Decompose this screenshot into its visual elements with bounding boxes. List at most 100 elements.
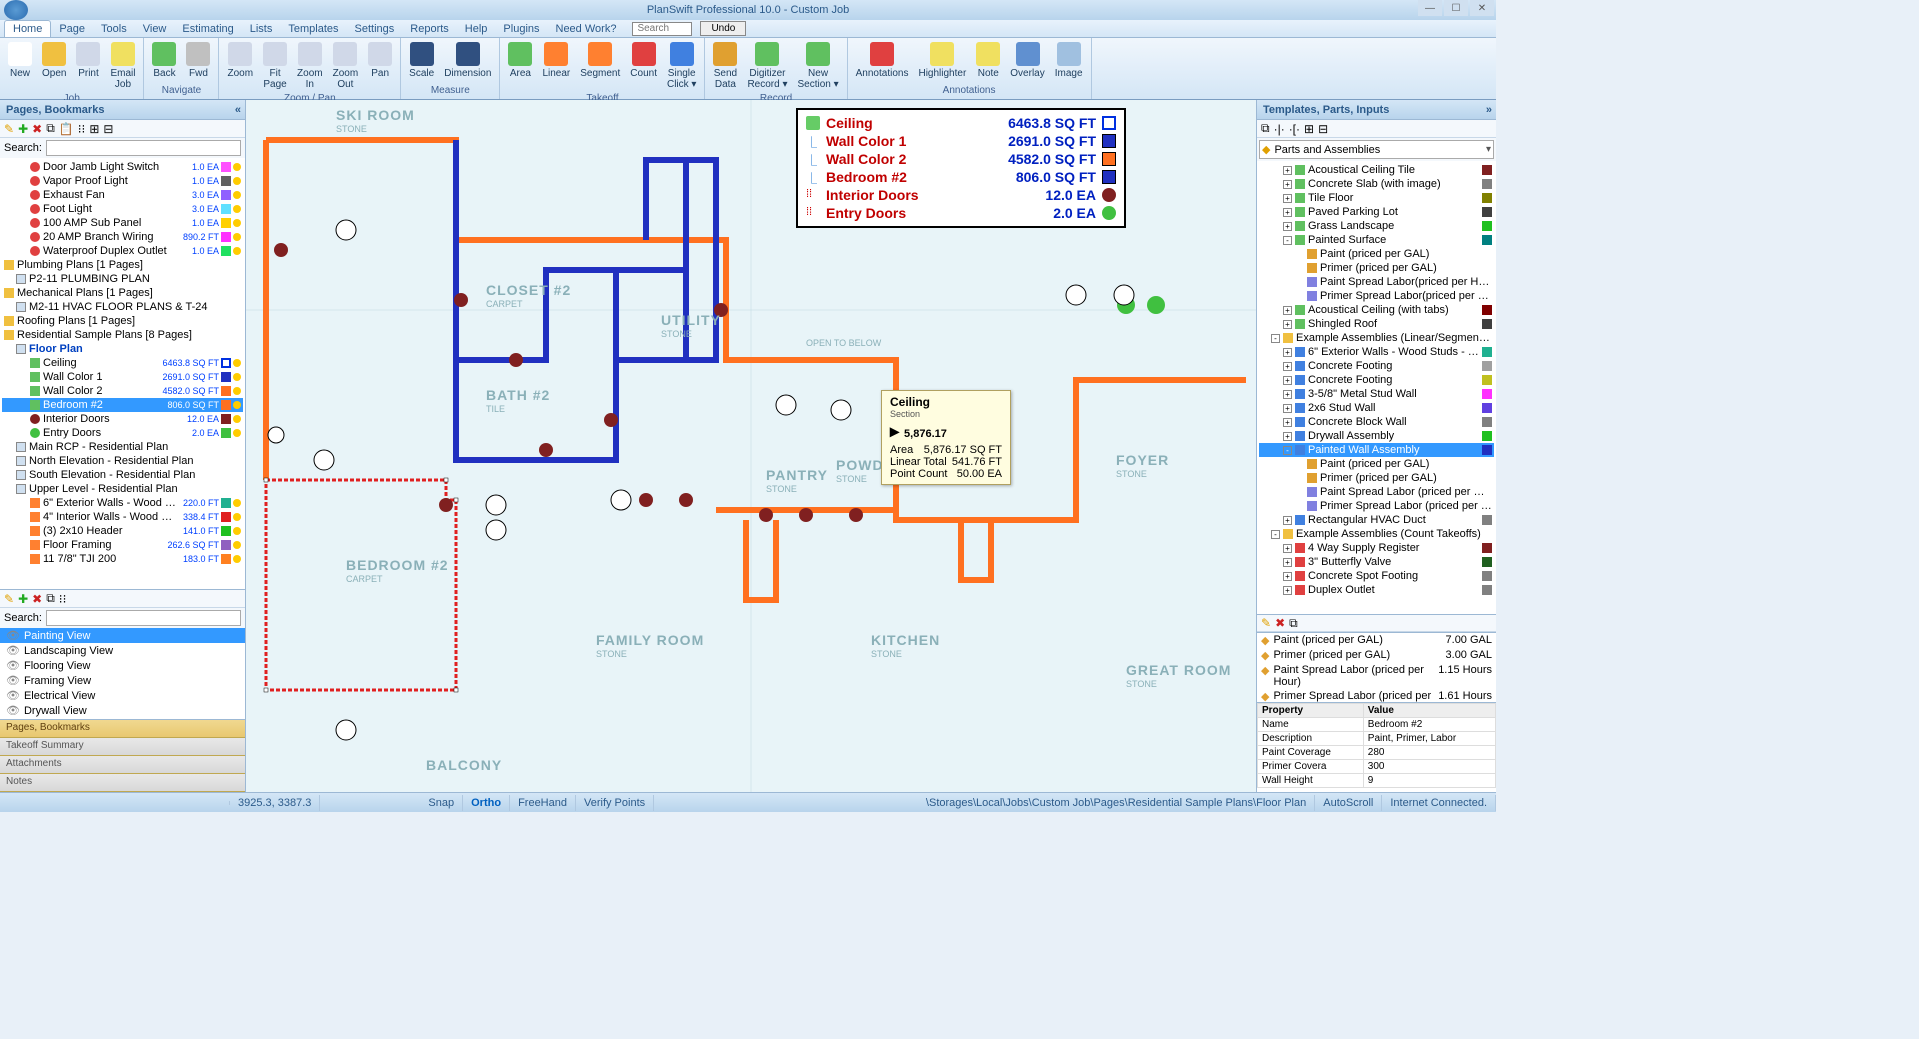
expand-toggle[interactable]: + [1283,544,1292,553]
tree-item[interactable]: 11 7/8" TJI 200183.0 FT [2,552,243,566]
expand-toggle[interactable]: - [1283,236,1292,245]
ribbon-print-button[interactable]: Print [72,40,104,92]
template-item[interactable]: +Concrete Slab (with image) [1259,177,1494,191]
r-expand-icon[interactable]: ⊞ [1304,122,1314,136]
prop-row[interactable]: DescriptionPaint, Primer, Labor [1258,732,1496,746]
menu-tab-view[interactable]: View [135,21,175,37]
menu-tab-templates[interactable]: Templates [280,21,346,37]
tree-item[interactable]: 100 AMP Sub Panel1.0 EA [2,216,243,230]
tree-item[interactable]: 4" Interior Walls - Wood Stud338.4 FT [2,510,243,524]
drawing-canvas[interactable]: 113 110 2 113 106 109 105 104 108 102 10… [246,100,1256,792]
template-item[interactable]: +Concrete Block Wall [1259,415,1494,429]
bulb-icon[interactable] [233,401,241,409]
menubar-search-input[interactable] [632,22,692,36]
template-item[interactable]: +Paved Parking Lot [1259,205,1494,219]
tree-item[interactable]: Roofing Plans [1 Pages] [2,314,243,328]
template-item[interactable]: +Tile Floor [1259,191,1494,205]
ribbon-linear-button[interactable]: Linear [538,40,574,92]
bl-new-icon[interactable]: ✎ [1261,616,1271,630]
right-collapse-icon[interactable]: » [1486,104,1492,116]
tree-item[interactable]: Ceiling6463.8 SQ FT [2,356,243,370]
template-item[interactable]: +Shingled Roof [1259,317,1494,331]
bulb-icon[interactable] [233,219,241,227]
bulb-icon[interactable] [233,541,241,549]
prop-row[interactable]: Wall Height9 [1258,774,1496,788]
mode-freehand[interactable]: FreeHand [510,795,576,811]
ribbon-send-data-button[interactable]: SendData [709,40,741,92]
views-search-input[interactable] [46,610,241,626]
ribbon-pan-button[interactable]: Pan [364,40,396,92]
bulb-icon[interactable] [233,555,241,563]
template-item[interactable]: +6" Exterior Walls - Wood Studs - Insula… [1259,345,1494,359]
expand-toggle[interactable]: + [1283,390,1292,399]
view-item[interactable]: 👁Flooring View [0,658,245,673]
accordion-attachments[interactable]: Attachments [0,756,245,774]
view-item[interactable]: 👁Landscaping View [0,643,245,658]
template-item[interactable]: Primer (priced per GAL) [1259,261,1494,275]
templates-tree[interactable]: +Acoustical Ceiling Tile+Concrete Slab (… [1257,161,1496,614]
expand-toggle[interactable]: + [1283,432,1292,441]
tree-item[interactable]: Foot Light3.0 EA [2,202,243,216]
tree-item[interactable]: Plumbing Plans [1 Pages] [2,258,243,272]
ribbon-new-button[interactable]: New [4,40,36,92]
template-item[interactable]: -Painted Surface [1259,233,1494,247]
template-item[interactable]: Primer (priced per GAL) [1259,471,1494,485]
menu-tab-lists[interactable]: Lists [242,21,281,37]
tree-item[interactable]: Interior Doors12.0 EA [2,412,243,426]
mode-ortho[interactable]: Ortho [463,795,510,811]
view-item[interactable]: 👁Framing View [0,673,245,688]
tree-item[interactable]: (3) 2x10 Header141.0 FT [2,524,243,538]
views-delete-icon[interactable]: ✖ [32,592,42,606]
view-item[interactable]: 👁Drywall View [0,703,245,718]
expand-toggle[interactable]: + [1283,404,1292,413]
tree-item[interactable]: Floor Plan [2,342,243,356]
views-new-icon[interactable]: ✎ [4,592,14,606]
ribbon-fit-page-button[interactable]: FitPage [259,40,291,92]
close-button[interactable]: ✕ [1470,0,1494,16]
expand-toggle[interactable]: - [1271,530,1280,539]
template-item[interactable]: +3" Butterfly Valve [1259,555,1494,569]
tree-search-input[interactable] [46,140,241,156]
copy-icon[interactable]: ⧉ [46,121,55,136]
r-copy-icon[interactable]: ⧉ [1261,121,1270,136]
expand-toggle[interactable]: + [1283,222,1292,231]
ribbon-area-button[interactable]: Area [504,40,536,92]
view-item[interactable]: 👁Electrical View [0,688,245,703]
template-item[interactable]: -Example Assemblies (Linear/Segment Take… [1259,331,1494,345]
template-item[interactable]: +3-5/8" Metal Stud Wall [1259,387,1494,401]
summary-row[interactable]: ◆Paint Spread Labor (priced per Hour)1.1… [1257,663,1496,689]
expand-toggle[interactable]: + [1283,306,1292,315]
bulb-icon[interactable] [233,513,241,521]
menu-tab-reports[interactable]: Reports [402,21,457,37]
template-item[interactable]: -Painted Wall Assembly [1259,443,1494,457]
template-item[interactable]: +Duplex Outlet [1259,583,1494,597]
summary-row[interactable]: ◆Primer (priced per GAL)3.00 GAL [1257,648,1496,663]
minimize-button[interactable]: — [1418,0,1442,16]
tree-item[interactable]: Wall Color 24582.0 SQ FT [2,384,243,398]
expand-toggle[interactable]: - [1271,334,1280,343]
menu-tab-settings[interactable]: Settings [347,21,403,37]
expand-toggle[interactable]: + [1283,586,1292,595]
expand-toggle[interactable]: + [1283,194,1292,203]
r-collapse-icon[interactable]: ⊟ [1318,122,1328,136]
ribbon-back-button[interactable]: Back [148,40,180,84]
prop-row[interactable]: NameBedroom #2 [1258,718,1496,732]
tree-item[interactable]: Mechanical Plans [1 Pages] [2,286,243,300]
bulb-icon[interactable] [233,499,241,507]
template-item[interactable]: +2x6 Stud Wall [1259,401,1494,415]
template-item[interactable]: +Drywall Assembly [1259,429,1494,443]
ribbon-new-section--button[interactable]: NewSection ▾ [793,40,842,92]
tree-item[interactable]: Vapor Proof Light1.0 EA [2,174,243,188]
template-item[interactable]: Primer Spread Labor (priced per Hour) [1259,499,1494,513]
properties-grid[interactable]: PropertyValueNameBedroom #2DescriptionPa… [1257,702,1496,792]
template-item[interactable]: Paint Spread Labor(priced per Hour) [1259,275,1494,289]
views-add-icon[interactable]: ✚ [18,592,28,606]
expand-toggle[interactable]: + [1283,348,1292,357]
accordion-notes[interactable]: Notes [0,774,245,792]
bl-copy-icon[interactable]: ⧉ [1289,616,1298,631]
ribbon-zoom-button[interactable]: Zoom [223,40,257,92]
prop-row[interactable]: Paint Coverage280 [1258,746,1496,760]
accordion-pages-bookmarks[interactable]: Pages, Bookmarks [0,720,245,738]
tree-item[interactable]: Entry Doors2.0 EA [2,426,243,440]
expand-icon[interactable]: ⊞ [89,122,99,136]
